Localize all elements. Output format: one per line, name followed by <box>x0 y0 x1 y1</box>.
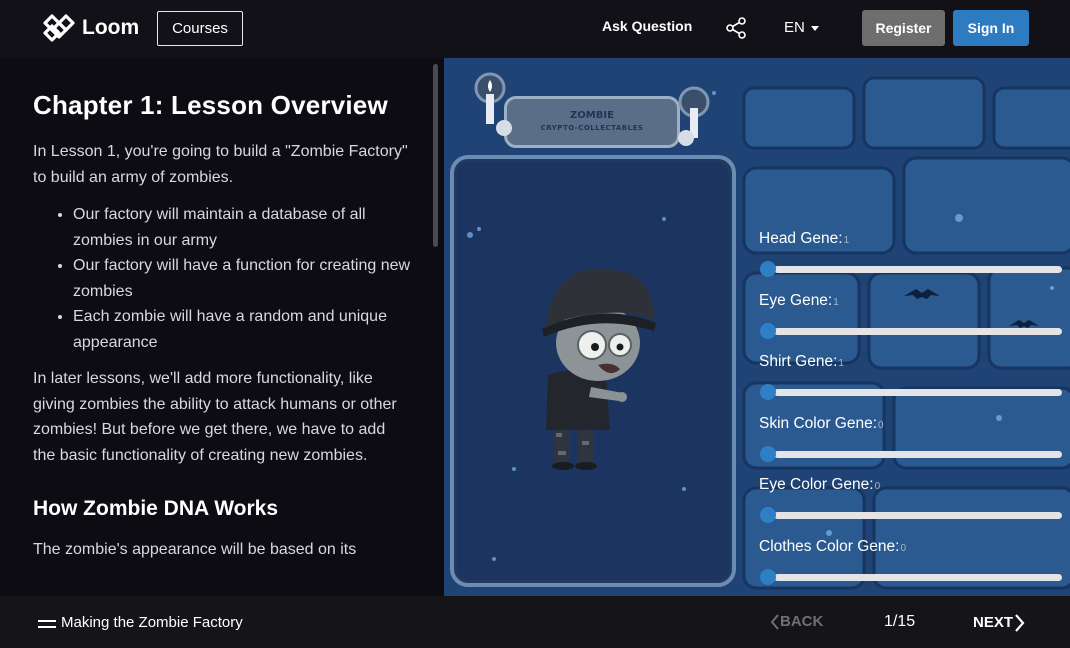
lesson-intro: In Lesson 1, you're going to build a "Zo… <box>33 143 408 186</box>
lesson-paragraph: In later lessons, we'll add more functio… <box>33 370 397 464</box>
sign-in-button[interactable]: Sign In <box>953 10 1029 46</box>
clothes-color-gene-control: Clothes Color Gene:0 <box>754 538 1070 597</box>
clothes-color-gene-slider[interactable] <box>774 573 1062 581</box>
zombie-preview-panel: ZOMBIE CRYPTO-COLLECTABLES Head Gene:1 E… <box>444 58 1070 596</box>
candle-skull-decoration <box>474 72 512 136</box>
courses-button[interactable]: Courses <box>157 11 243 46</box>
skin-color-gene-control: Skin Color Gene:0 <box>754 415 1070 477</box>
gene-label: Clothes Color Gene: <box>759 537 900 555</box>
crypto-collectables-banner: ZOMBIE CRYPTO-COLLECTABLES <box>504 96 680 148</box>
menu-icon[interactable] <box>38 619 56 629</box>
clothes-color-gene-slider-thumb[interactable] <box>760 568 776 585</box>
gene-label: Shirt Gene: <box>759 353 838 370</box>
gene-value: 0 <box>874 481 881 492</box>
top-navbar: Loom Courses Ask Question EN Register Si… <box>0 0 1070 58</box>
language-code: EN <box>784 19 805 36</box>
gene-value: 1 <box>838 358 844 369</box>
shirt-gene-control: Shirt Gene:1 <box>754 353 1070 415</box>
eye-gene-slider-thumb[interactable] <box>760 322 776 339</box>
page-indicator: 1/15 <box>884 613 916 630</box>
lesson-content[interactable]: Chapter 1: Lesson Overview In Lesson 1, … <box>0 58 431 596</box>
chevron-left-icon <box>770 614 779 630</box>
chevron-down-icon <box>810 25 819 31</box>
gene-label: Head Gene: <box>759 230 843 247</box>
ask-question-link[interactable]: Ask Question <box>602 18 692 34</box>
gene-value: 1 <box>833 296 839 308</box>
next-button[interactable]: NEXT <box>973 613 1025 633</box>
banner-subtitle: CRYPTO-COLLECTABLES <box>540 124 644 132</box>
gene-value: 0 <box>900 542 906 554</box>
section-title: How Zombie DNA Works <box>33 497 279 520</box>
bullet-item: Our factory will have a function for cre… <box>73 253 411 304</box>
gene-value: 0 <box>878 419 884 431</box>
brand-name: Loom <box>82 16 140 39</box>
lesson-bullets: Our factory will maintain a database of … <box>33 202 411 355</box>
eye-color-gene-slider[interactable] <box>774 512 1062 519</box>
gene-label: Eye Gene: <box>759 291 833 309</box>
eye-gene-slider[interactable] <box>774 327 1062 335</box>
lesson-paragraph: The zombie's appearance will be based on… <box>33 541 357 558</box>
banner-title: ZOMBIE <box>570 110 614 121</box>
eye-color-gene-slider-thumb[interactable] <box>760 507 776 523</box>
language-selector[interactable]: EN <box>784 19 819 36</box>
back-label: BACK <box>780 613 824 630</box>
loom-logo-icon <box>43 14 75 42</box>
share-icon[interactable] <box>724 16 748 40</box>
course-title-link[interactable]: Making the Zombie Factory <box>61 614 243 631</box>
skin-color-gene-slider-thumb[interactable] <box>760 445 776 462</box>
gene-sliders: Head Gene:1 Eye Gene:1 Shirt Gene:1 Skin… <box>754 230 1070 596</box>
register-button[interactable]: Register <box>862 10 945 46</box>
zombie-character-image <box>542 268 656 470</box>
candle-skull-decoration <box>678 86 710 146</box>
gene-label: Skin Color Gene: <box>759 414 878 432</box>
brand-logo[interactable]: Loom <box>42 13 139 43</box>
eye-color-gene-control: Eye Color Gene:0 <box>754 476 1070 538</box>
next-label: NEXT <box>973 613 1014 631</box>
bullet-item: Each zombie will have a random and uniqu… <box>73 304 411 355</box>
lesson-scrollbar[interactable] <box>433 64 438 247</box>
skin-color-gene-slider[interactable] <box>774 450 1062 458</box>
gene-label: Eye Color Gene: <box>759 476 874 493</box>
head-gene-control: Head Gene:1 <box>754 230 1070 292</box>
back-button[interactable]: BACK <box>770 613 823 631</box>
gene-value: 1 <box>843 235 850 246</box>
head-gene-slider[interactable] <box>774 266 1062 273</box>
head-gene-slider-thumb[interactable] <box>760 261 776 277</box>
shirt-gene-slider[interactable] <box>774 389 1062 396</box>
shirt-gene-slider-thumb[interactable] <box>760 384 776 400</box>
bullet-item: Our factory will maintain a database of … <box>73 202 411 253</box>
lesson-title: Chapter 1: Lesson Overview <box>33 90 388 120</box>
chevron-right-icon <box>1015 614 1025 632</box>
eye-gene-control: Eye Gene:1 <box>754 292 1070 354</box>
